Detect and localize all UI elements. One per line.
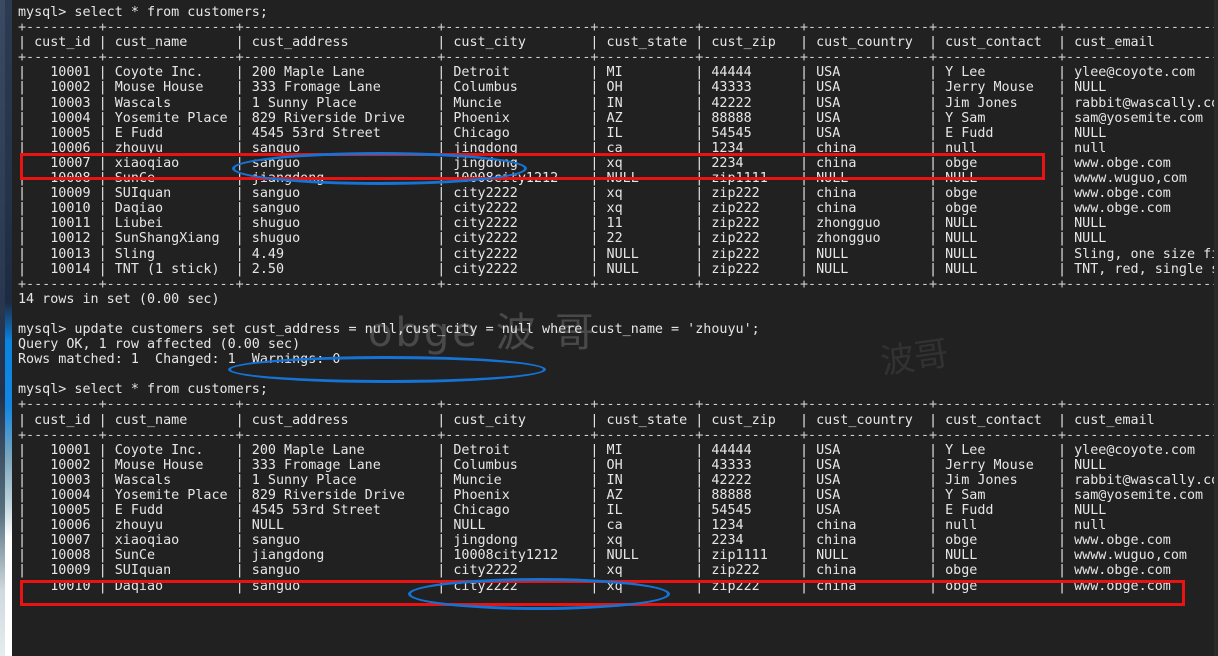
table-row: | 10011 | Liubei | shuguo | city2222 | 1… (18, 216, 1218, 232)
table-row: | 10003 | Wascals | 1 Sunny Place | Munc… (18, 472, 1218, 488)
terminal-line: mysql> select * from customers; (18, 5, 268, 20)
table-row: | 10005 | E Fudd | 4545 53rd Street | Ch… (18, 125, 1218, 141)
table-row: | 10005 | E Fudd | 4545 53rd Street | Ch… (18, 503, 1218, 519)
table-header-row: | cust_id | cust_name | cust_address | c… (18, 35, 1218, 51)
table-rule: +---------+----------------+------------… (18, 276, 1218, 292)
terminal-line: mysql> select * from customers; (18, 382, 268, 398)
table-row: | 10010 | Daqiao | sanguo | city2222 | x… (18, 201, 1218, 217)
terminal-line: mysql> update customers set cust_address… (18, 321, 760, 337)
table-rule: +---------+----------------+------------… (18, 427, 1218, 443)
table-row: | 10004 | Yosemite Place | 829 Riverside… (18, 488, 1218, 503)
table-row: | 10001 | Coyote Inc. | 200 Maple Lane |… (18, 442, 1218, 458)
table-row: | 10001 | Coyote Inc. | 200 Maple Lane |… (18, 65, 1218, 81)
table-row: | 10007 | xiaoqiao | sanguo | jingdong |… (18, 155, 1218, 171)
table-row: | 10006 | zhouyu | NULL | NULL | ca | 12… (18, 518, 1218, 534)
table-row: | 10003 | Wascals | 1 Sunny Place | Munc… (18, 95, 1218, 111)
table-row: | 10008 | SunCe | jiangdong | 10008city1… (18, 171, 1218, 187)
table-rule: +---------+----------------+------------… (18, 397, 1218, 413)
table-row: | 10010 | Daqiao | sanguo | city2222 | x… (18, 578, 1218, 594)
table-rule: +---------+----------------+------------… (18, 20, 1218, 36)
table-row: | 10009 | SUIquan | sanguo | city2222 | … (18, 563, 1218, 579)
terminal-line: Query OK, 1 row affected (0.00 sec) (18, 337, 301, 353)
table-row: | 10009 | SUIquan | sanguo | city2222 | … (18, 186, 1218, 202)
table-rule: +---------+----------------+------------… (18, 50, 1218, 66)
terminal-line: Rows matched: 1 Changed: 1 Warnings: 0 (18, 352, 341, 368)
table-row: | 10002 | Mouse House | 333 Fromage Lane… (18, 457, 1218, 473)
table-row: | 10006 | zhouyu | sanguo | jingdong | c… (18, 140, 1218, 156)
terminal-scrollbar[interactable] (1214, 0, 1218, 656)
mysql-terminal-window[interactable]: mysql> select * from customers; +--------… (12, 0, 1218, 656)
table-row: | 10002 | Mouse House | 333 Fromage Lane… (18, 80, 1218, 96)
table-row: | 10008 | SunCe | jiangdong | 10008city1… (18, 548, 1218, 564)
table-row: | 10007 | xiaoqiao | sanguo | jingdong |… (18, 533, 1218, 549)
table-row: | 10012 | SunShangXiang | shuguo | city2… (18, 231, 1218, 247)
terminal-line: 14 rows in set (0.00 sec) (18, 291, 220, 307)
desktop-edge-strip-inner (0, 0, 5, 656)
table-row: | 10013 | Sling | 4.49 | city2222 | NULL… (18, 246, 1218, 262)
table-header-row: | cust_id | cust_name | cust_address | c… (18, 412, 1218, 428)
table-row: | 10014 | TNT (1 stick) | 2.50 | city222… (18, 261, 1218, 277)
table-row: | 10004 | Yosemite Place | 829 Riverside… (18, 110, 1218, 126)
